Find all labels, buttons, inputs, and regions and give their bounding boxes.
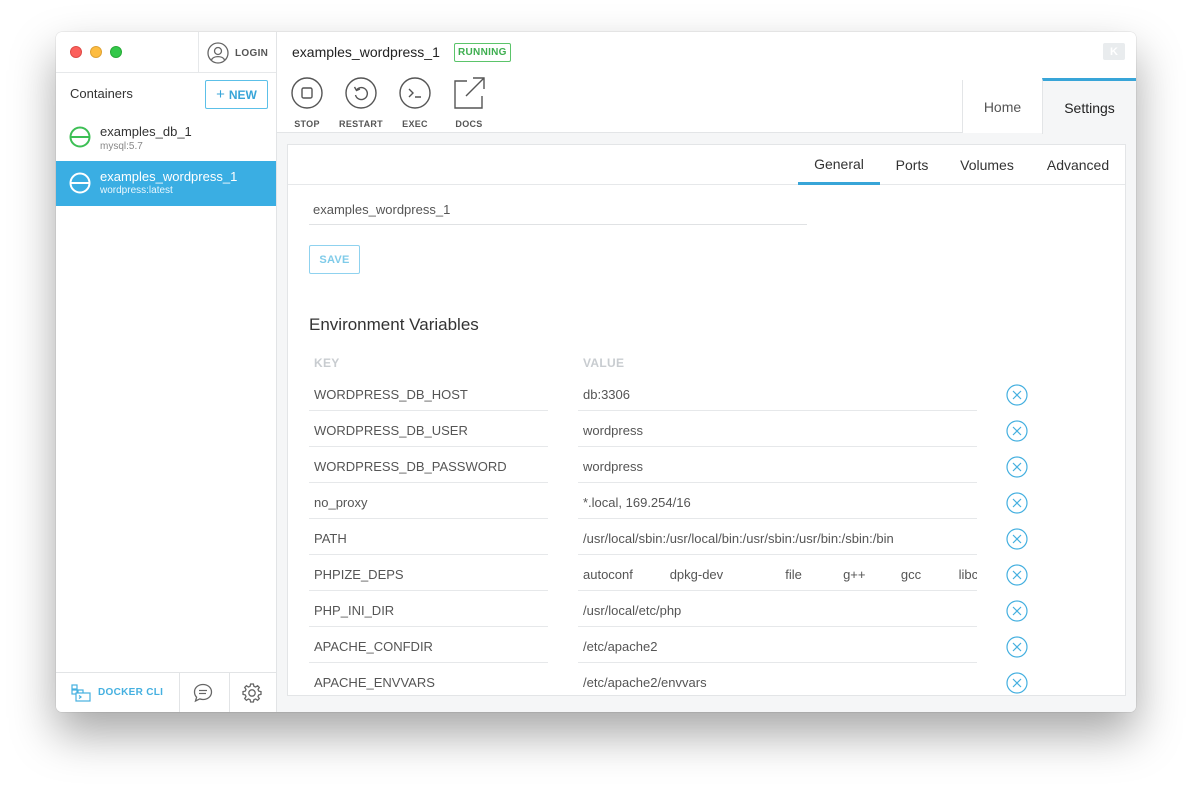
remove-env-icon[interactable] [1006, 672, 1028, 694]
containers-heading: Containers [70, 86, 133, 101]
app-logo: K [1103, 43, 1125, 60]
sidebar-footer: DOCKER CLI [56, 672, 276, 712]
window-titlebar: LOGIN [56, 32, 276, 73]
stop-icon [291, 77, 323, 109]
settings-subtabs: General Ports Volumes Advanced [288, 145, 1125, 185]
container-name: examples_wordpress_1 [100, 169, 238, 184]
env-value-input[interactable]: wordpress [578, 415, 977, 447]
subtab-advanced[interactable]: Advanced [1030, 145, 1125, 185]
env-value-input[interactable]: db:3306 [578, 379, 977, 411]
env-value-input[interactable]: /etc/apache2 [578, 631, 977, 663]
env-key-input[interactable]: APACHE_CONFDIR [309, 631, 548, 663]
docker-cli-button[interactable]: DOCKER CLI [70, 682, 163, 702]
feedback-button[interactable] [192, 682, 214, 709]
new-container-button[interactable]: + NEW [205, 80, 268, 109]
tab-settings[interactable]: Settings [1042, 78, 1136, 134]
remove-env-icon[interactable] [1006, 384, 1028, 406]
restart-label: RESTART [339, 119, 383, 129]
subtab-ports[interactable]: Ports [880, 145, 944, 185]
env-key-input[interactable]: WORDPRESS_DB_USER [309, 415, 548, 447]
env-row: APACHE_ENVVARS /etc/apache2/envvars [288, 663, 1125, 695]
container-name-input[interactable]: examples_wordpress_1 [309, 197, 807, 225]
container-image: mysql:5.7 [100, 141, 143, 152]
maximize-window-button[interactable] [110, 46, 122, 58]
remove-env-icon[interactable] [1006, 420, 1028, 442]
external-link-icon [454, 77, 485, 109]
container-header: examples_wordpress_1 RUNNING K STOP REST… [277, 32, 1136, 134]
remove-env-icon[interactable] [1006, 492, 1028, 514]
divider [179, 673, 180, 712]
running-status-icon [69, 126, 91, 148]
container-image: wordpress:latest [100, 185, 173, 196]
stop-label: STOP [294, 119, 320, 129]
sidebar: LOGIN Containers + NEW examples_db_1 mys… [56, 32, 277, 712]
app-window: LOGIN Containers + NEW examples_db_1 mys… [56, 32, 1136, 712]
container-name: examples_db_1 [100, 124, 192, 139]
plus-icon: + [216, 86, 225, 103]
env-row: WORDPRESS_DB_PASSWORD wordpress [288, 447, 1125, 483]
env-row: APACHE_CONFDIR /etc/apache2 [288, 627, 1125, 663]
restart-icon [345, 77, 377, 109]
login-label: LOGIN [235, 47, 269, 59]
stop-button[interactable]: STOP [283, 77, 331, 129]
subtab-volumes[interactable]: Volumes [944, 145, 1030, 185]
env-key-input[interactable]: PHPIZE_DEPS [309, 559, 548, 591]
env-vars-table: WORDPRESS_DB_HOST db:3306 WORDPRESS_DB_U… [288, 375, 1125, 695]
remove-env-icon[interactable] [1006, 564, 1028, 586]
env-key-input[interactable]: WORDPRESS_DB_HOST [309, 379, 548, 411]
docs-label: DOCS [455, 119, 483, 129]
env-value-input[interactable]: /usr/local/sbin:/usr/local/bin:/usr/sbin… [578, 523, 977, 555]
env-row: WORDPRESS_DB_HOST db:3306 [288, 375, 1125, 411]
chat-icon [193, 683, 213, 703]
env-row: WORDPRESS_DB_USER wordpress [288, 411, 1125, 447]
env-value-input[interactable]: wordpress [578, 451, 977, 483]
main-area: examples_wordpress_1 RUNNING K STOP REST… [277, 32, 1136, 712]
gear-icon [242, 683, 262, 703]
user-icon [207, 42, 229, 64]
env-key-input[interactable]: PATH [309, 523, 548, 555]
env-row: no_proxy *.local, 169.254/16 [288, 483, 1125, 519]
exec-label: EXEC [402, 119, 428, 129]
env-value-input[interactable]: /usr/local/etc/php [578, 595, 977, 627]
env-value-input[interactable]: /etc/apache2/envvars [578, 667, 977, 695]
env-key-input[interactable]: no_proxy [309, 487, 548, 519]
env-row: PHP_INI_DIR /usr/local/etc/php [288, 591, 1125, 627]
env-value-input[interactable]: autoconf dpkg-dev file g++ gcc libc [578, 559, 977, 591]
running-status-icon [69, 172, 91, 194]
exec-button[interactable]: EXEC [391, 77, 439, 129]
new-button-label: NEW [228, 87, 257, 102]
close-window-button[interactable] [70, 46, 82, 58]
remove-env-icon[interactable] [1006, 528, 1028, 550]
divider [229, 673, 230, 712]
save-button[interactable]: SAVE [309, 245, 360, 274]
container-list-item-selected[interactable]: examples_wordpress_1 wordpress:latest [56, 161, 276, 206]
remove-env-icon[interactable] [1006, 600, 1028, 622]
remove-env-icon[interactable] [1006, 636, 1028, 658]
env-row: PHPIZE_DEPS autoconf dpkg-dev file g++ g… [288, 555, 1125, 591]
divider [198, 32, 199, 73]
login-button[interactable]: LOGIN [207, 41, 268, 65]
env-value-input[interactable]: *.local, 169.254/16 [578, 487, 977, 519]
container-list-item[interactable]: examples_db_1 mysql:5.7 [56, 115, 276, 160]
env-key-input[interactable]: PHP_INI_DIR [309, 595, 548, 627]
docs-button[interactable]: DOCS [445, 77, 493, 129]
tab-home[interactable]: Home [962, 80, 1042, 133]
docker-cli-label: DOCKER CLI [98, 686, 164, 698]
remove-env-icon[interactable] [1006, 456, 1028, 478]
preferences-button[interactable] [241, 682, 263, 709]
settings-panel: General Ports Volumes Advanced examples_… [287, 144, 1126, 696]
env-vars-heading: Environment Variables [309, 315, 479, 334]
env-key-input[interactable]: APACHE_ENVVARS [309, 667, 548, 695]
restart-button[interactable]: RESTART [337, 77, 385, 129]
docker-cli-icon [71, 684, 91, 702]
value-column-header: VALUE [583, 356, 625, 370]
env-key-input[interactable]: WORDPRESS_DB_PASSWORD [309, 451, 548, 483]
env-row: PATH /usr/local/sbin:/usr/local/bin:/usr… [288, 519, 1125, 555]
terminal-icon [399, 77, 431, 109]
minimize-window-button[interactable] [90, 46, 102, 58]
status-badge: RUNNING [454, 43, 511, 62]
container-title: examples_wordpress_1 [292, 44, 440, 60]
key-column-header: KEY [314, 356, 340, 370]
subtab-general[interactable]: General [798, 145, 880, 185]
